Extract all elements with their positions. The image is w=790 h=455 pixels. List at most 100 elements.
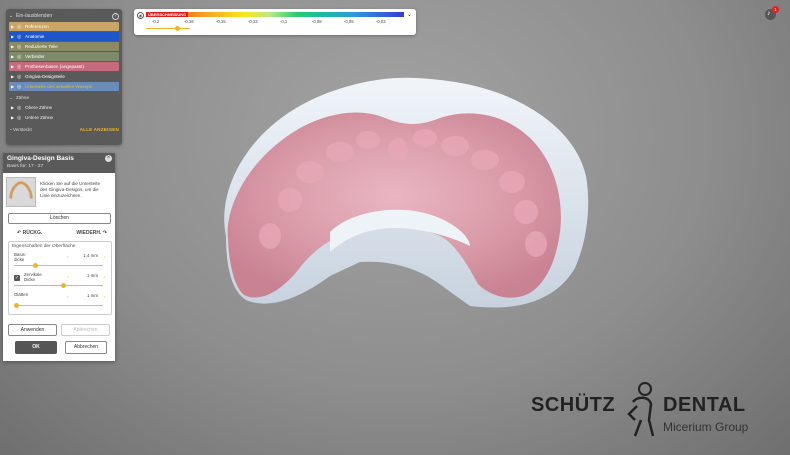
slider-knob[interactable]	[33, 263, 39, 268]
layer-row[interactable]: ▶ ◎ Reduzierte Teile	[9, 42, 119, 51]
redo-label: WIEDERH.	[76, 230, 102, 236]
logo-subtitle: Micerium Group	[663, 420, 749, 434]
eye-icon[interactable]: ◎	[17, 44, 25, 50]
legend-tick-label: -0,03	[376, 19, 386, 24]
legend-tick-label: -0,1	[280, 19, 288, 24]
layer-label: Reduzierte Teile	[25, 44, 58, 49]
property-slider-row: Basis-dicke • 1,4 mm •	[12, 249, 108, 269]
decrease-dot-icon[interactable]: •	[67, 254, 68, 259]
legend-settings-icon[interactable]: ◉	[137, 12, 144, 19]
notification-button[interactable]: ♪ 1	[765, 6, 779, 20]
decrease-dot-icon[interactable]: •	[67, 274, 68, 279]
apply-button[interactable]: Anwenden	[8, 324, 57, 336]
decrease-dot-icon[interactable]: •	[67, 294, 68, 299]
logo-text-right: DENTAL	[663, 394, 746, 416]
legend-tick-label: -0,13	[248, 19, 258, 24]
gingiva-design-dialog: Gingiva-Design Basis Basis für: 17 - 27 …	[3, 153, 115, 361]
layer-label: Obere Zähne	[25, 105, 53, 110]
chevron-down-icon: ⌄	[9, 94, 13, 100]
property-label: Zervikale Dicke	[24, 272, 42, 282]
show-all-link[interactable]: ALLE ANZEIGEN	[80, 127, 119, 132]
legend-slider-knob[interactable]	[174, 26, 180, 31]
close-icon[interactable]: ×	[105, 155, 112, 162]
layer-row[interactable]: ▶ ◎ Anatomie	[9, 32, 119, 41]
eye-icon[interactable]: ◎	[17, 105, 25, 111]
layer-visibility-panel: ⌄ Ein-/ausblenden ? ▶ ◎ Referenzen ▶ ◎ Anatom…	[6, 9, 122, 145]
eye-icon[interactable]: ◎	[17, 24, 25, 30]
surface-properties-group: Eigenschaften der Oberfläche Basis-dicke…	[8, 241, 112, 315]
dialog-header: Gingiva-Design Basis Basis für: 17 - 27 …	[3, 153, 115, 173]
teeth-section-header[interactable]: ⌄ Zähne	[9, 93, 119, 102]
company-logo: SCHÜTZ DENTAL Micerium Group	[531, 380, 761, 440]
legend-tick-label: -0,05	[344, 19, 354, 24]
layer-row[interactable]: ▶ ◎ Gingiva-Designteile	[9, 72, 119, 81]
checkbox[interactable]: ✓	[14, 275, 20, 281]
jaw-thumbnail-icon	[6, 177, 36, 207]
confirm-row: OK Abbrechen	[15, 341, 107, 354]
instruction-box: Klicken Sie auf die Unterseite des Gingi…	[6, 177, 112, 207]
legend-tick-label: -0,15	[216, 19, 226, 24]
layer-panel-title: Ein-/ausblenden	[16, 13, 53, 19]
dialog-subtitle: Basis für: 17 - 27	[7, 164, 44, 169]
layer-row[interactable]: ▶ ◎ Verbinder	[9, 52, 119, 61]
increase-dot-icon[interactable]: •	[104, 274, 105, 279]
chevron-down-icon: ⌄	[9, 13, 14, 19]
layer-row-upper-teeth[interactable]: ▶ ◎ Obere Zähne	[9, 103, 119, 112]
property-value: 1 mm	[87, 293, 98, 298]
property-label: Glätten	[14, 292, 29, 297]
layer-label: Unterseite des virtuellen Waxups	[25, 84, 92, 89]
slider-knob[interactable]	[13, 303, 19, 308]
layer-label: Gingiva-Designteile	[25, 74, 65, 79]
distance-color-legend: ◉ ÜBERSCHNEIDUNG ⌄ -0,2 -0,18 -0,15 -0,13 -0…	[134, 9, 416, 35]
chevron-down-icon[interactable]: ⌄	[407, 11, 412, 18]
ok-button[interactable]: OK	[15, 341, 57, 354]
layer-row-lower-teeth[interactable]: ▶ ◎ Untere Zähne	[9, 113, 119, 122]
cancel-button[interactable]: Abbrechen	[65, 341, 107, 354]
intersection-tag: ÜBERSCHNEIDUNG	[146, 12, 189, 17]
slider-track[interactable]	[14, 263, 103, 268]
layer-label: Anatomie	[25, 34, 45, 39]
dentist-figure-icon	[627, 382, 655, 437]
notification-badge: 1	[772, 6, 779, 13]
undo-button[interactable]: ↶ RÜCKG.	[17, 230, 42, 236]
property-value: 1,4 mm	[83, 253, 98, 258]
increase-dot-icon[interactable]: •	[104, 254, 105, 259]
legend-slider-track[interactable]	[146, 26, 190, 31]
layer-row[interactable]: ▶ ◎ Referenzen	[9, 22, 119, 31]
logo-text-left: SCHÜTZ	[531, 394, 616, 416]
legend-tick-label: -0,08	[312, 19, 322, 24]
hidden-layers-row[interactable]: ⌄ Versteckt ALLE ANZEIGEN	[9, 124, 119, 134]
bell-icon: ♪	[767, 10, 771, 17]
eye-icon[interactable]: ◎	[17, 64, 25, 70]
hidden-label: Versteckt	[12, 126, 32, 132]
increase-dot-icon[interactable]: •	[104, 294, 105, 299]
redo-button[interactable]: WIEDERH. ↷	[76, 230, 107, 236]
slider-track[interactable]	[13, 303, 103, 308]
cancel-apply-button: Abbrechen	[61, 324, 110, 336]
help-icon[interactable]: ?	[112, 12, 119, 20]
property-slider-row: Glätten • 1 mm •	[12, 289, 108, 309]
apply-row: Anwenden Abbrechen	[8, 324, 110, 336]
undo-redo-row: ↶ RÜCKG. WIEDERH. ↷	[17, 230, 107, 236]
teeth-section-label: Zähne	[16, 95, 30, 100]
layer-label: Verbinder	[25, 54, 45, 59]
instruction-text: Klicken Sie auf die Unterseite des Gingi…	[40, 181, 101, 198]
layer-row[interactable]: ▶ ◎ Unterseite des virtuellen Waxups	[9, 82, 119, 91]
undo-label: RÜCKG.	[22, 230, 43, 236]
eye-icon[interactable]: ◎	[17, 34, 25, 40]
eye-icon[interactable]: ◎	[17, 74, 25, 80]
delete-button[interactable]: Löschen	[8, 213, 111, 224]
slider-track[interactable]	[14, 283, 103, 288]
slider-knob[interactable]	[60, 283, 66, 288]
eye-icon[interactable]: ◎	[17, 54, 25, 60]
dialog-title: Gingiva-Design Basis	[7, 155, 74, 162]
property-slider-row: ✓ Zervikale Dicke • 1 mm •	[12, 269, 108, 289]
property-label: Basis-dicke	[14, 252, 27, 262]
layer-panel-header[interactable]: ⌄ Ein-/ausblenden ?	[9, 11, 119, 21]
layer-label: Untere Zähne	[25, 115, 54, 120]
eye-icon[interactable]: ◎	[17, 115, 25, 121]
layer-row[interactable]: ▶ ◎ Prothesenbasen (angepasst)	[9, 62, 119, 71]
legend-tick-label: -0,18	[184, 19, 194, 24]
legend-tick-label: -0,2	[152, 19, 160, 24]
eye-icon[interactable]: ◎	[17, 84, 25, 90]
